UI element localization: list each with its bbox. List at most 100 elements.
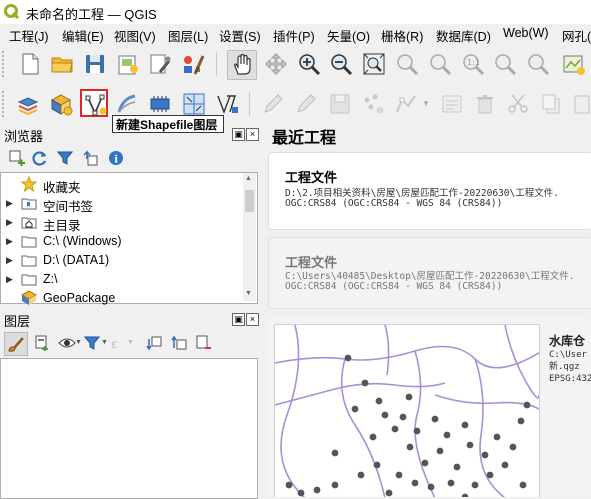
- chevron-down-icon[interactable]: ▼: [127, 339, 134, 346]
- layers-tree[interactable]: [0, 358, 258, 499]
- new-geopackage-layer-button[interactable]: [47, 90, 75, 118]
- save-layer-edits-button[interactable]: [326, 90, 354, 118]
- pan-to-selection-button[interactable]: [262, 50, 290, 78]
- style-manager-button[interactable]: a: [179, 50, 207, 78]
- undock-icon[interactable]: ▣: [232, 128, 245, 141]
- modify-attributes-button[interactable]: [438, 90, 466, 118]
- new-temporary-layer-button[interactable]: [146, 90, 174, 118]
- zoom-native-button[interactable]: 1:1: [459, 50, 487, 78]
- info-icon[interactable]: i: [108, 150, 124, 166]
- delete-selected-button[interactable]: [471, 90, 499, 118]
- expand-arrow-icon[interactable]: ▶: [6, 274, 13, 285]
- chevron-down-icon[interactable]: ▼: [75, 339, 82, 346]
- project-name: 水库仓: [549, 334, 586, 348]
- chevron-down-icon[interactable]: ▼: [101, 339, 108, 346]
- data-source-manager-button[interactable]: [14, 90, 42, 118]
- remove-layer-icon[interactable]: [196, 335, 212, 351]
- new-project-button[interactable]: [16, 50, 44, 78]
- trash-icon: [477, 95, 493, 114]
- collapse-all-icon[interactable]: [171, 335, 187, 351]
- pan-map-button[interactable]: [227, 50, 257, 80]
- save-project-button[interactable]: [81, 50, 109, 78]
- open-layer-styling-button[interactable]: [4, 332, 28, 356]
- menu-mesh[interactable]: 网孔(: [562, 26, 591, 45]
- menu-database[interactable]: 数据库(D): [436, 26, 491, 45]
- zoom-to-selection-button[interactable]: [393, 50, 421, 78]
- zoom-in-button[interactable]: [295, 50, 323, 78]
- new-print-layout-button[interactable]: [114, 50, 142, 78]
- cut-features-button[interactable]: [504, 90, 532, 118]
- new-spatialite-layer-button[interactable]: [113, 90, 141, 118]
- zoom-selection-icon: [397, 54, 419, 76]
- zoom-to-layer-button[interactable]: [426, 50, 454, 78]
- zoom-full-button[interactable]: [360, 50, 388, 78]
- layers-toolbar: ▼ ▼ ε ▼: [0, 330, 256, 356]
- add-point-feature-button[interactable]: [359, 90, 387, 118]
- project-path: D:\2.项目相关资料\房屋\房屋匹配工作-20220630\工程文件.: [285, 188, 559, 199]
- recent-project-item[interactable]: 工程文件 C:\Users\40485\Desktop\房屋匹配工作-20220…: [268, 237, 591, 309]
- browser-item-spatial-bookmarks[interactable]: ▶ 空间书签: [1, 194, 241, 214]
- browser-item-favorites[interactable]: 收藏夹: [1, 175, 241, 195]
- browser-item-home[interactable]: ▶ 主目录: [1, 213, 241, 233]
- menu-project[interactable]: 工程(J): [9, 26, 49, 45]
- expand-arrow-icon[interactable]: ▶: [6, 236, 13, 247]
- svg-text:ε: ε: [111, 337, 117, 351]
- close-icon[interactable]: ×: [246, 313, 259, 326]
- toolbar-grip[interactable]: [2, 91, 8, 117]
- geopackage-new-icon: [50, 94, 73, 116]
- copy-features-button[interactable]: [537, 90, 565, 118]
- new-mesh-layer-button[interactable]: [213, 90, 241, 118]
- new-map-view-button[interactable]: [560, 50, 588, 78]
- browser-item-geopackage[interactable]: GeoPackage: [1, 289, 241, 308]
- menu-layer[interactable]: 图层(L): [168, 26, 208, 45]
- zoom-last-button[interactable]: [491, 50, 519, 78]
- toolbar-grip[interactable]: [2, 51, 8, 77]
- toggle-editing-button[interactable]: [292, 90, 320, 118]
- menu-settings[interactable]: 设置(S): [219, 26, 261, 45]
- menu-plugins[interactable]: 插件(P): [273, 26, 315, 45]
- recent-project-item[interactable]: 工程文件 D:\2.项目相关资料\房屋\房屋匹配工作-20220630\工程文件…: [268, 152, 591, 230]
- expand-arrow-icon[interactable]: ▶: [6, 198, 13, 209]
- filter-icon[interactable]: [57, 150, 73, 166]
- menu-web[interactable]: Web(W): [503, 26, 549, 40]
- zoom-next-button[interactable]: [524, 50, 552, 78]
- expand-arrow-icon[interactable]: ▶: [6, 217, 13, 228]
- vertex-tool-button[interactable]: [392, 90, 420, 118]
- expand-all-icon[interactable]: [146, 335, 162, 351]
- new-shapefile-layer-button[interactable]: [80, 89, 108, 117]
- close-icon[interactable]: ×: [246, 128, 259, 141]
- recent-project-item[interactable]: 水库仓 C:\User 新.qgz EPSG:432: [268, 318, 591, 497]
- collapse-all-icon[interactable]: [83, 150, 99, 166]
- browser-item-drive-c[interactable]: ▶ C:\ (Windows): [1, 232, 241, 251]
- scroll-down-icon[interactable]: ▼: [245, 290, 252, 297]
- paste-features-button[interactable]: [569, 90, 591, 118]
- refresh-icon[interactable]: [32, 150, 48, 166]
- browser-scrollbar[interactable]: ▲ ▼: [243, 173, 256, 301]
- menu-vector[interactable]: 矢量(O): [327, 26, 370, 45]
- filter-legend-icon[interactable]: [84, 335, 100, 351]
- scroll-up-icon[interactable]: ▲: [245, 175, 252, 182]
- panel-splitter[interactable]: [259, 120, 264, 497]
- new-virtual-layer-button[interactable]: [180, 90, 208, 118]
- menu-raster[interactable]: 栅格(R): [381, 26, 423, 45]
- browser-item-drive-z[interactable]: ▶ Z:\: [1, 270, 241, 289]
- project-file: 新.qgz: [549, 362, 580, 372]
- paintbrush-icon: [8, 337, 24, 352]
- chevron-down-icon[interactable]: ▼: [422, 99, 430, 108]
- scrollbar-thumb[interactable]: [245, 190, 254, 212]
- eye-visibility-icon[interactable]: [58, 335, 76, 351]
- browser-item-drive-d[interactable]: ▶ D:\ (DATA1): [1, 251, 241, 270]
- project-name: 工程文件: [285, 170, 338, 185]
- zoom-out-button[interactable]: [327, 50, 355, 78]
- open-project-button[interactable]: [48, 50, 76, 78]
- project-crs: OGC:CRS84 (OGC:CRS84 - WGS 84 (CRS84)): [285, 281, 503, 292]
- filter-expression-icon[interactable]: ε: [110, 335, 126, 351]
- layout-manager-button[interactable]: [146, 50, 174, 78]
- add-group-icon[interactable]: [33, 335, 49, 351]
- undock-icon[interactable]: ▣: [232, 313, 245, 326]
- menu-edit[interactable]: 编辑(E): [62, 26, 104, 45]
- current-edits-button[interactable]: [259, 90, 287, 118]
- expand-arrow-icon[interactable]: ▶: [6, 255, 13, 266]
- add-selected-layers-icon[interactable]: [9, 150, 25, 166]
- menu-view[interactable]: 视图(V): [114, 26, 156, 45]
